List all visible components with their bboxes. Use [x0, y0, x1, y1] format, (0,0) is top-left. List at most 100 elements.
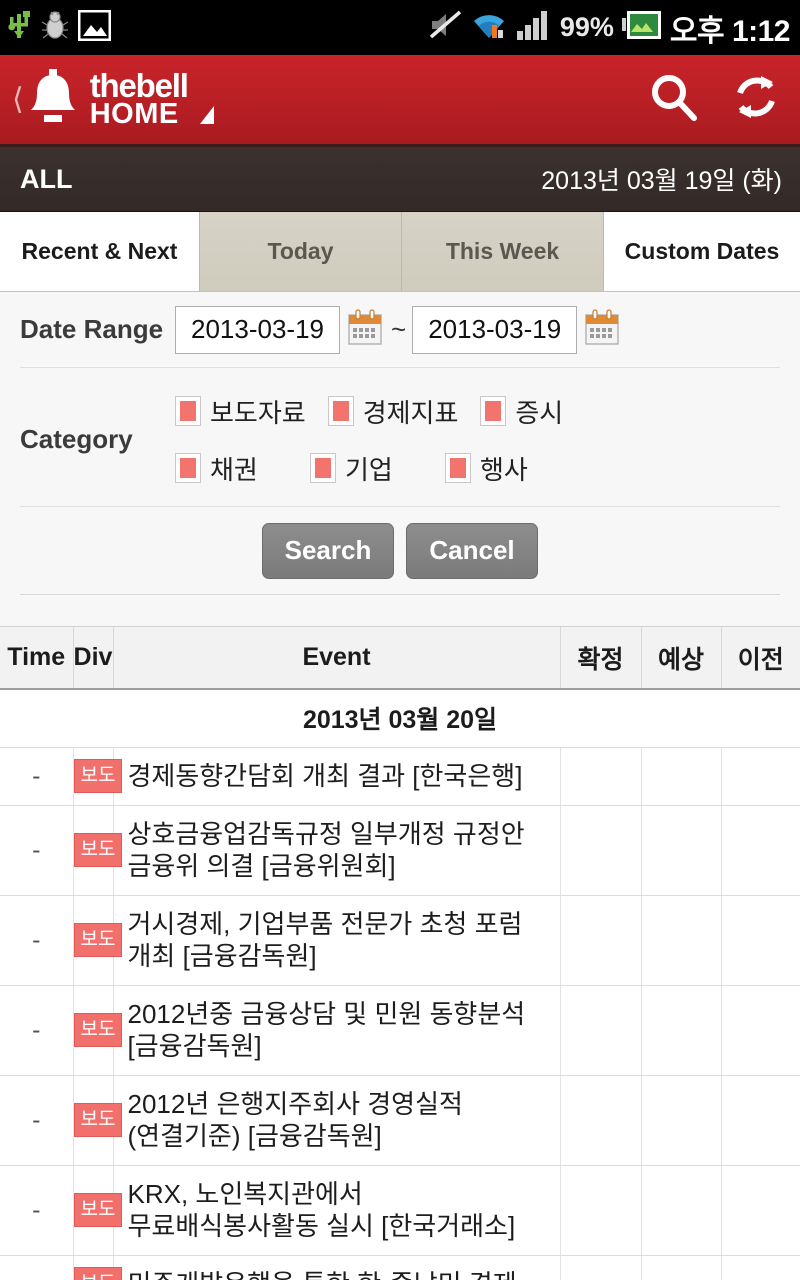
cell-time: - [0, 985, 74, 1076]
app-root: 99% 오후 1:12 ⟨ thebell HOME ALL 2013년 03월… [0, 0, 800, 1280]
cell-time: - [0, 747, 74, 806]
table-row[interactable]: - 보도 거시경제, 기업부품 전문가 초청 포럼 개최 [금융감독원] [0, 895, 800, 986]
checkbox-box[interactable] [310, 453, 336, 483]
category-row-1: 보도자료 경제지표 증시 [175, 382, 780, 440]
category-row: Category 보도자료 경제지표 증시 채권 기업 행사 [20, 368, 780, 507]
events-table-body: 2013년 03월 20일 - 보도 경제동향간담회 개최 결과 [한국은행] … [0, 689, 800, 1280]
tab-custom-dates[interactable]: Custom Dates [604, 212, 800, 291]
cell-event: 미주개발은행을 통한 한-중남미 경제 [113, 1255, 561, 1280]
checkbox-box[interactable] [327, 396, 354, 426]
col-header-confirmed: 확정 [560, 627, 642, 690]
search-icon[interactable] [648, 71, 700, 128]
cell-event: 거시경제, 기업부품 전문가 초청 포럼 개최 [금융감독원] [113, 895, 561, 986]
div-badge: 보도 [73, 759, 123, 793]
cell-event: KRX, 노인복지관에서 무료배식봉사활동 실시 [한국거래소] [113, 1165, 561, 1256]
checkbox-chaegwon[interactable]: 채권 [175, 450, 310, 487]
cell-event: 2012년중 금융상담 및 민원 동향분석 [금융감독원] [113, 985, 561, 1076]
checkbox-label: 채권 [210, 454, 258, 485]
cell-div: 보도 [73, 985, 123, 1076]
cell-time: - [0, 1075, 74, 1166]
tab-recent-and-next[interactable]: Recent & Next [0, 212, 200, 291]
div-badge: 보도 [73, 1013, 123, 1047]
checkbox-label: 경제지표 [362, 397, 459, 428]
date-from-input[interactable]: 2013-03-19 [175, 305, 340, 354]
cell-div: 보도 [73, 805, 123, 896]
checkbox-box[interactable] [175, 453, 201, 483]
div-badge: 보도 [73, 1103, 123, 1137]
cell-previous [721, 895, 800, 986]
col-header-div: Div [73, 627, 114, 690]
events-table-header-row: Time Div Event 확정 예상 이전 [0, 627, 800, 690]
cell-div: 보도 [73, 1165, 123, 1256]
cancel-button[interactable]: Cancel [406, 522, 538, 579]
checkbox-bodojaryo[interactable]: 보도자료 [175, 393, 306, 430]
cell-div: 보도 [73, 1075, 123, 1166]
calendar-icon-from[interactable] [347, 308, 383, 351]
cell-confirmed [560, 805, 642, 896]
brand-logo[interactable]: thebell HOME [90, 69, 189, 129]
cell-time: - [0, 895, 74, 986]
back-chevron-icon[interactable]: ⟨ [12, 84, 24, 115]
cell-div: 보도 [73, 895, 123, 986]
date-group-label: 2013년 03월 20일 [0, 689, 800, 748]
div-badge: 보도 [73, 833, 123, 867]
checkbox-box[interactable] [175, 396, 201, 426]
cell-confirmed [560, 1165, 642, 1256]
table-row[interactable]: - 보도 미주개발은행을 통한 한-중남미 경제 [0, 1255, 800, 1280]
caret-down-icon[interactable] [199, 106, 214, 124]
status-bar-left-icons [6, 8, 112, 47]
cell-previous [721, 1165, 800, 1256]
cell-div: 보도 [73, 1255, 123, 1280]
checkbox-box[interactable] [445, 453, 471, 483]
cell-confirmed [560, 1255, 642, 1280]
table-row[interactable]: - 보도 2012년 은행지주회사 경영실적(연결기준) [금융감독원] [0, 1075, 800, 1166]
div-badge: 보도 [73, 1267, 123, 1280]
date-to-input[interactable]: 2013-03-19 [412, 305, 578, 354]
bell-icon[interactable] [26, 67, 80, 132]
date-group-row: 2013년 03월 20일 [0, 689, 800, 748]
cell-confirmed [560, 747, 642, 806]
refresh-icon[interactable] [730, 71, 782, 128]
table-row[interactable]: - 보도 상호금융업감독규정 일부개정 규정안 금융위 의결 [금융위원회] [0, 805, 800, 896]
checkbox-haengsa[interactable]: 행사 [445, 450, 580, 487]
checkbox-jeungsi[interactable]: 증시 [480, 393, 563, 430]
calendar-icon-to[interactable] [584, 308, 620, 351]
cell-confirmed [560, 895, 642, 986]
search-button[interactable]: Search [262, 522, 394, 579]
image-icon [77, 9, 112, 46]
category-label-text: Category [20, 423, 133, 454]
table-row[interactable]: - 보도 KRX, 노인복지관에서 무료배식봉사활동 실시 [한국거래소] [0, 1165, 800, 1256]
checkbox-gyeongjejipyo[interactable]: 경제지표 [327, 393, 459, 430]
category-bar: ALL 2013년 03월 19일 (화) [0, 147, 800, 212]
status-bar-right-icons: 99% 오후 1:12 [429, 6, 791, 50]
col-header-previous: 이전 [721, 627, 800, 690]
panel-spacer [0, 595, 800, 627]
div-badge: 보도 [73, 1193, 123, 1227]
battery-percent: 99% [559, 12, 614, 42]
table-row[interactable]: - 보도 경제동향간담회 개최 결과 [한국은행] [0, 747, 800, 806]
clock-time: 오후 1:12 [669, 14, 791, 48]
tab-this-week[interactable]: This Week [402, 212, 604, 291]
cell-expected [641, 1255, 722, 1280]
cell-confirmed [560, 1075, 642, 1166]
col-header-time: Time [0, 627, 74, 690]
tab-bar: Recent & Next Today This Week Custom Dat… [0, 212, 800, 292]
cell-expected [641, 805, 722, 896]
current-date-label: 2013년 03월 19일 (화) [541, 167, 782, 195]
cell-time: - [0, 1165, 74, 1256]
category-label: ALL [20, 163, 73, 194]
checkbox-gieop[interactable]: 기업 [310, 450, 445, 487]
status-bar: 99% 오후 1:12 [0, 0, 800, 55]
events-table-head: Time Div Event 확정 예상 이전 [0, 627, 800, 690]
signal-icon [516, 9, 552, 46]
event-text: 경제동향간담회 개최 결과 [한국은행] [127, 760, 523, 791]
wifi-icon [470, 9, 508, 46]
table-row[interactable]: - 보도 2012년중 금융상담 및 민원 동향분석 [금융감독원] [0, 985, 800, 1076]
checkbox-box[interactable] [480, 396, 507, 426]
tab-today[interactable]: Today [200, 212, 402, 291]
mute-icon [429, 10, 462, 45]
cell-previous [721, 985, 800, 1076]
event-text: 미주개발은행을 통한 한-중남미 경제 [114, 1256, 560, 1280]
app-bar: ⟨ thebell HOME [0, 55, 800, 147]
cell-event: 2012년 은행지주회사 경영실적(연결기준) [금융감독원] [113, 1075, 561, 1166]
